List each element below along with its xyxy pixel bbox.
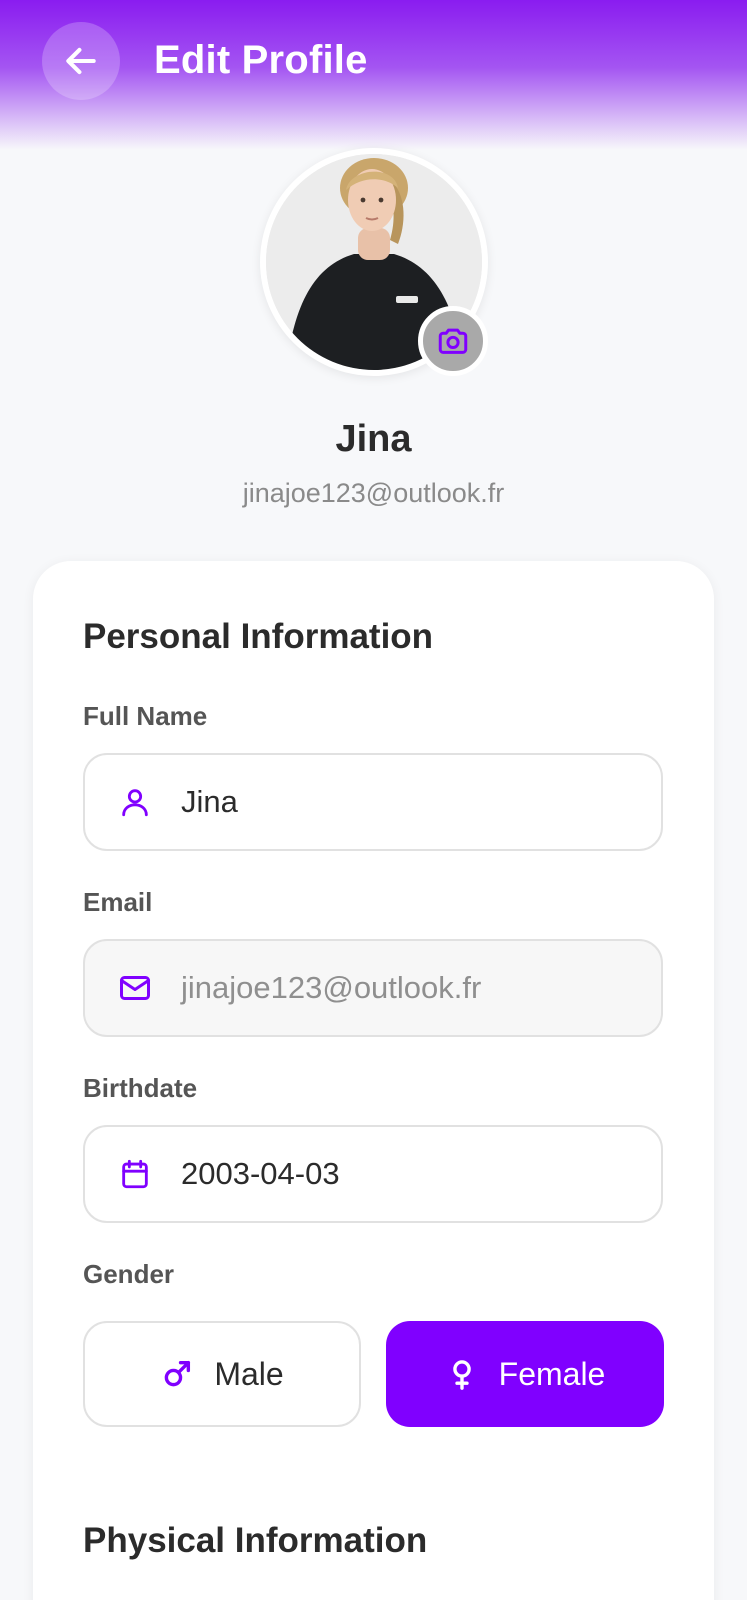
page-title: Edit Profile: [154, 38, 368, 82]
camera-icon: [438, 328, 468, 354]
gender-label: Gender: [83, 1259, 175, 1289]
gender-male-label: Male: [214, 1355, 284, 1392]
birthdate-field[interactable]: 2003-04-03: [83, 1125, 663, 1223]
profile-name: Jina: [335, 418, 412, 460]
arrow-left-icon: [66, 47, 96, 75]
profile-email: jinajoe123@outlook.fr: [242, 478, 505, 508]
female-icon: [445, 1357, 479, 1391]
full-name-value: Jina: [181, 784, 238, 819]
profile-form-card: Personal Information Full Name Jina Emai…: [33, 561, 714, 1600]
full-name-field[interactable]: Jina: [83, 753, 663, 851]
gender-male-button[interactable]: Male: [83, 1321, 361, 1427]
male-icon: [160, 1357, 194, 1391]
email-value: jinajoe123@outlook.fr: [181, 970, 482, 1005]
birthdate-value: 2003-04-03: [181, 1156, 340, 1191]
full-name-label: Full Name: [83, 701, 208, 731]
personal-info-title: Personal Information: [83, 617, 434, 656]
app-header: Edit Profile: [0, 0, 747, 150]
email-field[interactable]: jinajoe123@outlook.fr: [83, 939, 663, 1037]
physical-info-title: Physical Information: [83, 1521, 428, 1560]
gender-female-label: Female: [498, 1355, 606, 1392]
user-icon: [115, 782, 155, 822]
calendar-icon: [115, 1154, 155, 1194]
gender-female-button[interactable]: Female: [386, 1321, 664, 1427]
birthdate-label: Birthdate: [83, 1073, 198, 1103]
change-photo-button[interactable]: [418, 306, 488, 376]
mail-icon: [115, 968, 155, 1008]
email-label: Email: [83, 887, 153, 917]
back-button[interactable]: [42, 22, 120, 100]
